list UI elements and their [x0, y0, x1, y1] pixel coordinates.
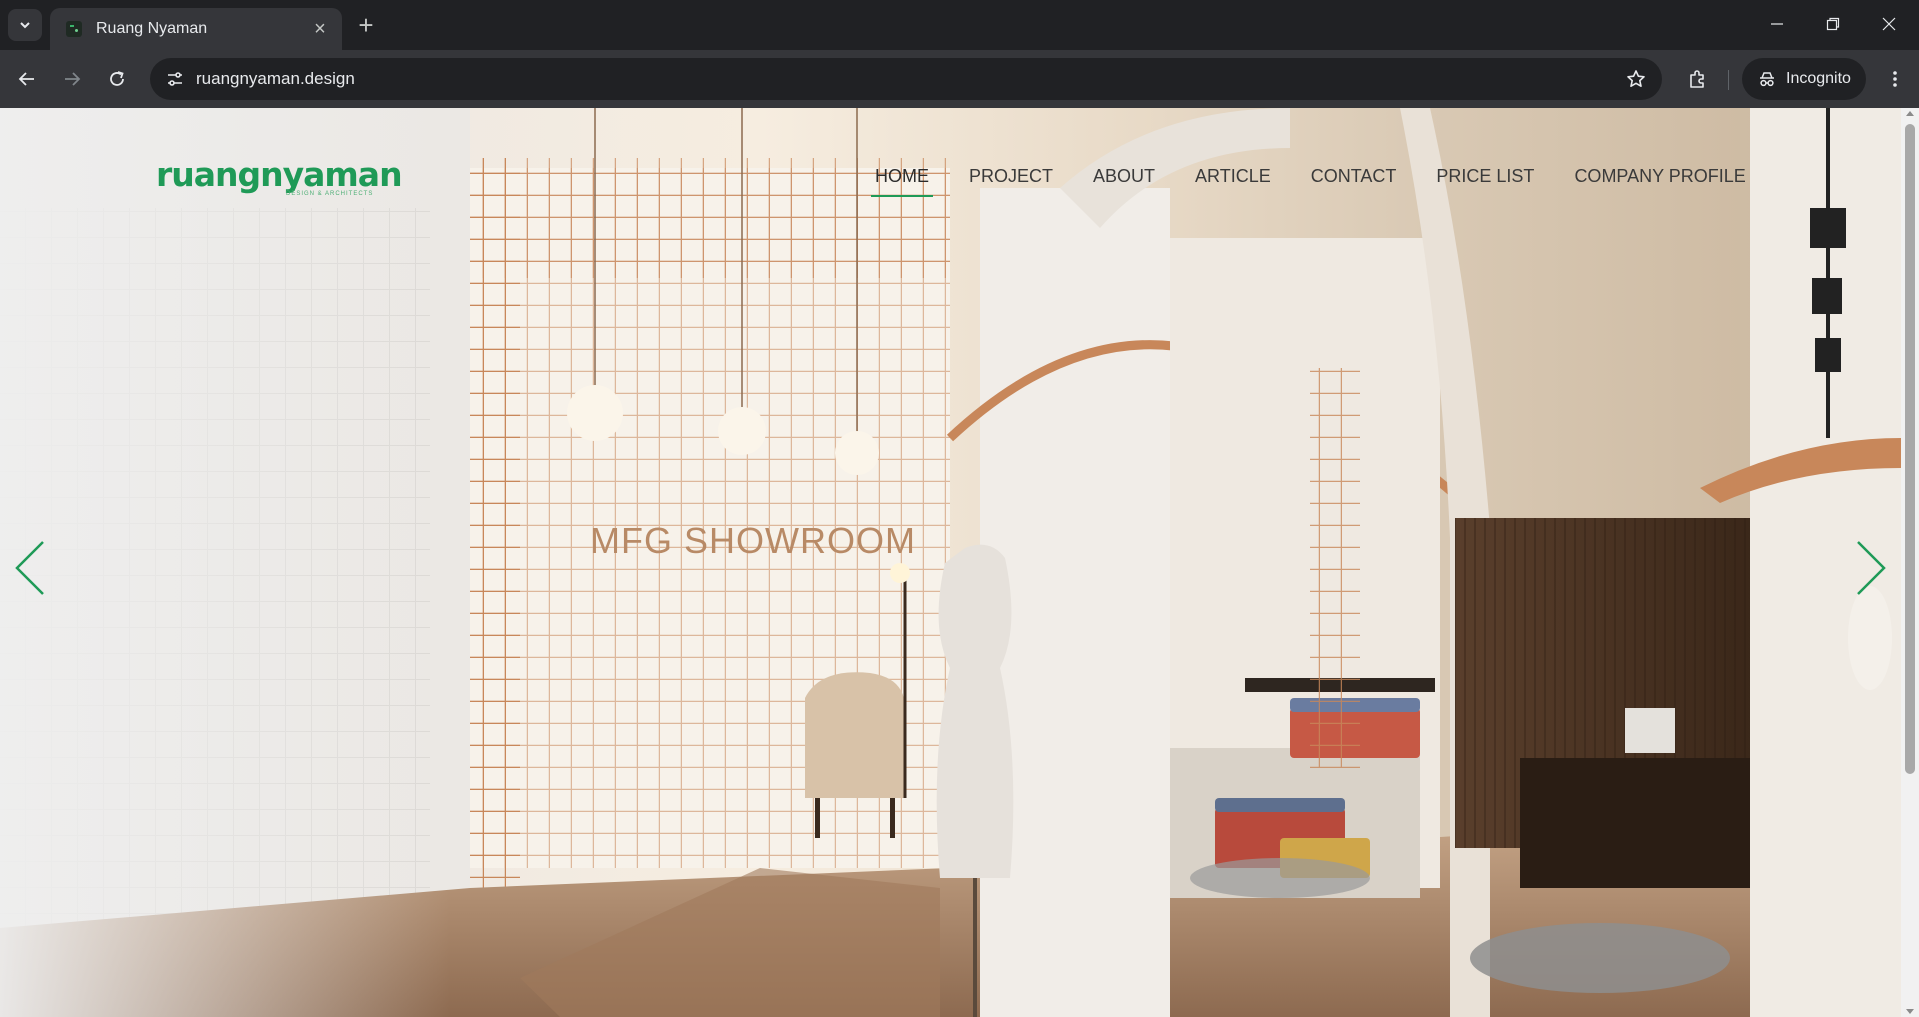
tab-search-button[interactable]: [8, 9, 42, 41]
logo-tagline: DESIGN & ARCHITECTS: [286, 191, 374, 197]
incognito-icon: [1758, 70, 1776, 88]
puzzle-icon: [1690, 70, 1704, 88]
chevron-right-icon: [1857, 541, 1886, 595]
toolbar-divider: [1728, 70, 1729, 90]
incognito-label: Incognito: [1786, 70, 1851, 87]
arrow-right-icon: [65, 72, 81, 86]
nav-article[interactable]: ARTICLE: [1195, 166, 1271, 197]
star-icon: [1627, 70, 1645, 87]
close-window-button[interactable]: [1866, 8, 1912, 40]
main-nav: HOME PROJECT ABOUT ARTICLE CONTACT PRICE…: [871, 166, 1746, 197]
chevron-down-icon: [20, 22, 30, 29]
page-scrollbar[interactable]: [1901, 108, 1919, 1017]
back-button[interactable]: [10, 62, 44, 96]
browser-tab[interactable]: Ruang Nyaman ×: [50, 8, 342, 50]
address-bar[interactable]: ruangnyaman.design: [150, 58, 1662, 100]
minimize-icon: [1771, 23, 1783, 25]
tab-title: Ruang Nyaman: [96, 20, 208, 37]
nav-price-list[interactable]: PRICE LIST: [1436, 166, 1534, 197]
arrow-left-icon: [18, 72, 34, 86]
browser-tab-bar: Ruang Nyaman × +: [0, 0, 1919, 50]
restore-button[interactable]: [1810, 8, 1856, 40]
url-text: ruangnyaman.design: [196, 69, 355, 88]
nav-home[interactable]: HOME: [871, 166, 933, 197]
browser-menu-button[interactable]: [1878, 62, 1912, 96]
scroll-up-arrow-icon[interactable]: [1906, 111, 1914, 116]
browser-toolbar: ruangnyaman.design Incognito: [0, 50, 1919, 108]
tab-close-icon[interactable]: ×: [310, 19, 330, 39]
nav-contact[interactable]: CONTACT: [1311, 166, 1397, 197]
logo-wordmark: ruangnyaman: [156, 155, 403, 194]
page-viewport: MFG SHOWROOM ruangnyaman DESIGN & ARCHIT…: [0, 108, 1919, 1017]
close-icon: [1882, 17, 1896, 31]
site-favicon-icon: [66, 21, 82, 37]
extensions-button[interactable]: [1680, 62, 1714, 96]
forward-button[interactable]: [55, 62, 89, 96]
incognito-badge[interactable]: Incognito: [1742, 58, 1866, 100]
site-info-button[interactable]: [160, 64, 190, 94]
nav-project[interactable]: PROJECT: [969, 166, 1053, 197]
bookmark-star-button[interactable]: [1624, 67, 1648, 91]
hero-slide-image: MFG SHOWROOM: [0, 108, 1901, 1017]
new-tab-button[interactable]: +: [352, 12, 380, 40]
restore-icon: [1826, 17, 1840, 31]
tune-icon: [168, 72, 182, 86]
showroom-sign-text: MFG SHOWROOM: [590, 520, 916, 561]
scrollbar-thumb[interactable]: [1905, 124, 1915, 774]
scroll-down-arrow-icon[interactable]: [1906, 1009, 1914, 1014]
reload-icon: [110, 71, 124, 86]
site-logo[interactable]: ruangnyaman DESIGN & ARCHITECTS: [156, 155, 403, 198]
more-vertical-icon: [1893, 71, 1897, 87]
hero-slider: MFG SHOWROOM ruangnyaman DESIGN & ARCHIT…: [0, 108, 1901, 1017]
nav-about[interactable]: ABOUT: [1093, 166, 1155, 197]
slider-prev-button[interactable]: [10, 538, 50, 598]
slider-next-button[interactable]: [1851, 538, 1891, 598]
nav-company-profile[interactable]: COMPANY PROFILE: [1574, 166, 1745, 197]
minimize-button[interactable]: [1754, 8, 1800, 40]
chevron-left-icon: [15, 541, 44, 595]
reload-button[interactable]: [100, 62, 134, 96]
